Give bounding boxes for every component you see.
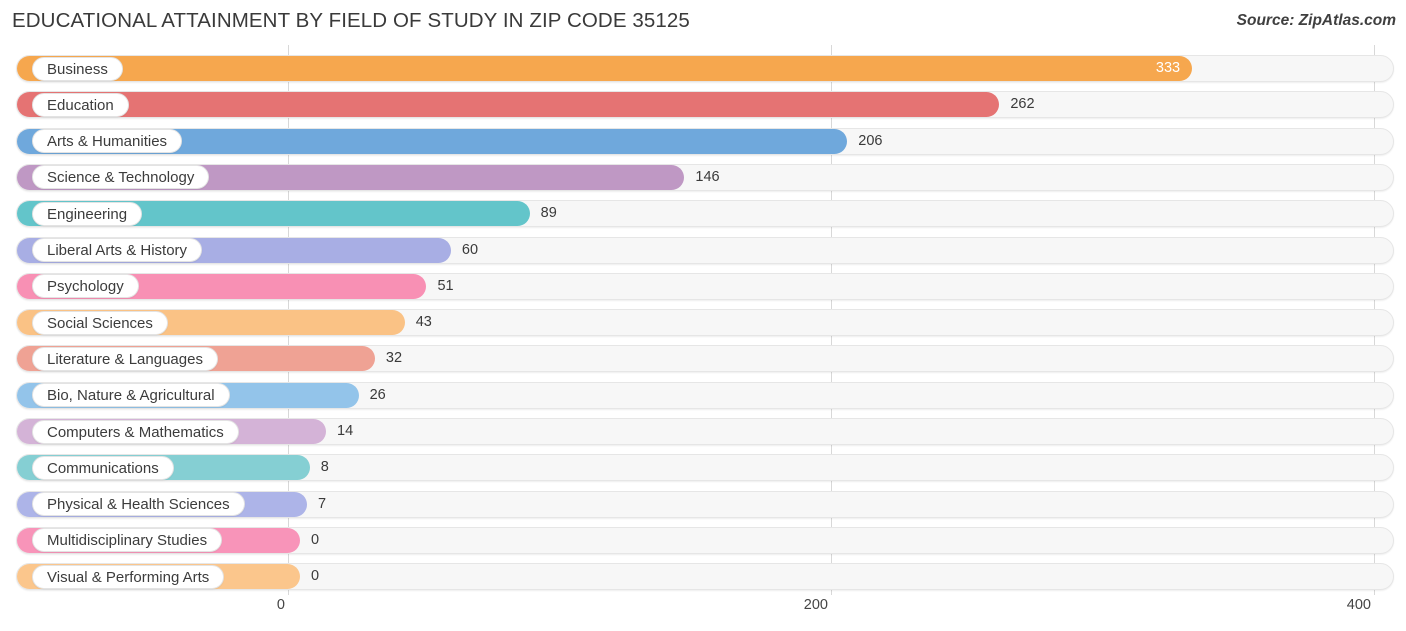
category-label[interactable]: Arts & Humanities [32,129,183,154]
bar-row[interactable]: 32 Literature & Languages [0,342,1406,378]
bar-value-label: 60 [461,241,479,258]
bar-row[interactable]: 333 Business [0,52,1406,88]
page-title: EDUCATIONAL ATTAINMENT BY FIELD OF STUDY… [12,9,690,32]
bar-value-label: 26 [369,386,386,403]
bar-value-label: 0 [311,568,320,585]
bar-value-label: 0 [311,531,320,548]
category-label[interactable]: Science & Technology [32,165,210,190]
category-label[interactable]: Social Sciences [32,310,168,335]
bar-row[interactable]: 43 Social Sciences [0,306,1406,342]
bar-row[interactable]: 89 Engineering [0,197,1406,233]
category-label[interactable]: Multidisciplinary Studies [32,528,223,553]
bar-value-label: 14 [337,423,354,439]
bar-value-label: 333 [1155,60,1181,76]
bar-value-label: 206 [858,132,883,149]
category-label[interactable]: Communications [32,455,174,480]
bar-value-label: 8 [320,459,329,476]
category-label[interactable]: Visual & Performing Arts [32,564,225,589]
chart-plot-area: 333 Business 262 Education 206 Arts & Humanit… [0,45,1406,595]
bar-value-label: 89 [540,205,557,222]
bar-row[interactable]: 0 Multidisciplinary Studies [0,524,1406,560]
bar[interactable]: 333 [17,56,1193,81]
bar-value-label: 32 [385,350,403,367]
category-label[interactable]: Education [32,92,129,117]
bar-value-label: 262 [1010,96,1035,113]
bar-row[interactable]: 146 Science & Technology [0,161,1406,197]
x-axis: 0 200 400 [0,595,1406,631]
bar-value-label: 146 [695,168,720,185]
bar-value-label: 7 [318,495,327,512]
bar-row[interactable]: 206 Arts & Humanities [0,125,1406,161]
category-label[interactable]: Engineering [32,201,143,226]
x-tick-label: 400 [1346,597,1371,613]
category-label[interactable]: Literature & Languages [32,346,218,371]
category-label[interactable]: Business [32,56,123,81]
bar-row[interactable]: 7 Physical & Health Sciences [0,488,1406,524]
bar-value-label: 43 [415,314,432,331]
source-attribution: Source: ZipAtlas.com [1236,12,1396,29]
bar-row[interactable]: 0 Visual & Performing Arts [0,560,1406,596]
bar-row[interactable]: 262 Education [0,88,1406,124]
bar-row[interactable]: 14 Computers & Mathematics [0,415,1406,451]
bar-row[interactable]: 8 Communications [0,451,1406,487]
bar-row[interactable]: 60 Liberal Arts & History [0,234,1406,270]
category-label[interactable]: Psychology [32,274,139,299]
bar-row[interactable]: 26 Bio, Nature & Agricultural [0,379,1406,415]
x-tick-label: 0 [276,597,285,613]
bar[interactable] [17,92,1000,118]
category-label[interactable]: Bio, Nature & Agricultural [32,383,230,408]
category-label[interactable]: Physical & Health Sciences [32,492,245,517]
chart-header: EDUCATIONAL ATTAINMENT BY FIELD OF STUDY… [0,0,1406,45]
category-label[interactable]: Computers & Mathematics [32,419,239,444]
bar-row[interactable]: 51 Psychology [0,270,1406,306]
x-tick-label: 200 [803,597,828,613]
bar-value-label: 51 [437,277,454,294]
category-label[interactable]: Liberal Arts & History [32,238,203,262]
